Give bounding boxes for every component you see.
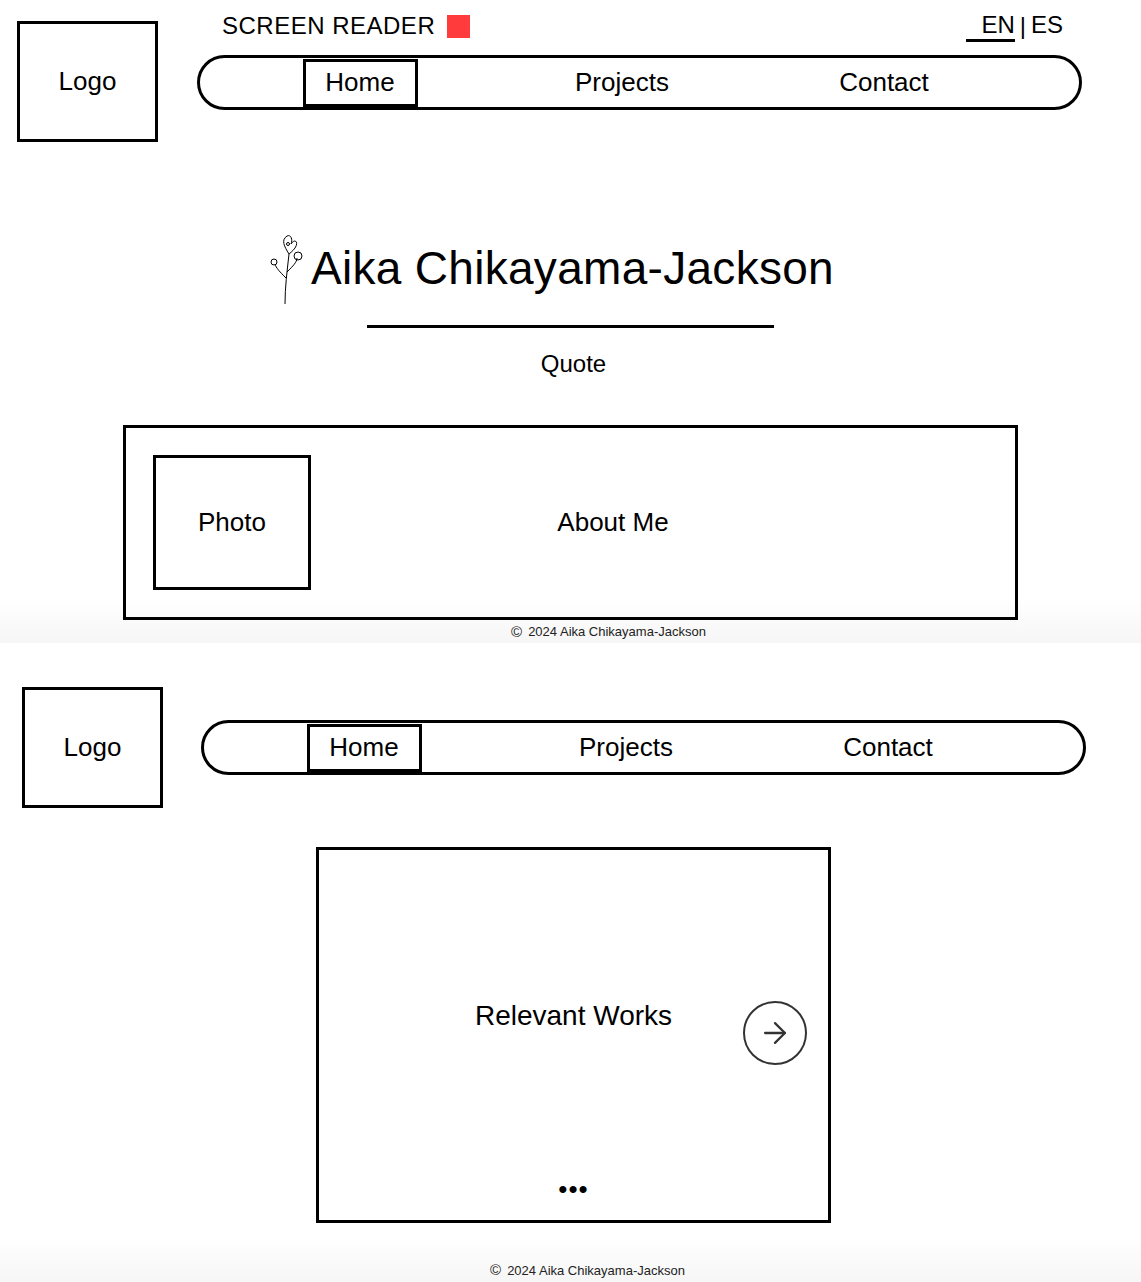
language-option[interactable]: EN — [966, 11, 1014, 42]
logo[interactable]: Logo — [22, 687, 163, 808]
header: Logo Home Projects Contact — [0, 643, 1141, 808]
nav-item[interactable]: Home — [307, 724, 422, 772]
footer: © 2024 Aika Chikayama-Jackson — [0, 621, 1141, 644]
copyright-symbol: © — [511, 621, 522, 644]
language-option[interactable]: ES — [1031, 11, 1063, 42]
home-page: Logo SCREEN READER EN|ES Home Projects Contac… — [0, 0, 1141, 643]
works-page: Logo Home Projects Contact Relevant Works •••… — [0, 643, 1141, 1282]
flower-icon — [267, 232, 307, 306]
nav-bar: Home Projects Contact — [197, 55, 1082, 110]
next-button[interactable] — [743, 1001, 807, 1065]
about-card: PhotoAbout Me — [123, 425, 1018, 620]
nav-bar: Home Projects Contact — [201, 720, 1086, 775]
app: Logo SCREEN READER EN|ES Home Projects Contac… — [0, 0, 1141, 1282]
arrow-right-icon — [758, 1016, 792, 1050]
footer: © 2024 Aika Chikayama-Jackson — [0, 1259, 1141, 1282]
hero-title: Aika Chikayama-Jackson — [311, 240, 834, 296]
nav-item[interactable]: Contact — [828, 724, 948, 772]
works-card[interactable]: Relevant Works ••• — [316, 847, 831, 1223]
nav-item[interactable]: Projects — [560, 59, 684, 107]
copyright-symbol: © — [490, 1259, 501, 1282]
quote: Quote — [0, 350, 1141, 378]
title-underline — [367, 325, 774, 328]
language-switch: EN|ES — [966, 8, 1063, 44]
header: Logo SCREEN READER EN|ES Home Projects Contac… — [0, 0, 1141, 142]
nav-item[interactable]: Home — [303, 59, 418, 107]
about-text: About Me — [311, 503, 1015, 542]
copyright-text: 2024 Aika Chikayama-Jackson — [507, 1261, 685, 1281]
logo[interactable]: Logo — [17, 21, 158, 142]
screen-reader-toggle[interactable]: SCREEN READER — [222, 8, 470, 44]
photo-placeholder: Photo — [153, 455, 311, 590]
works-title: Relevant Works — [475, 995, 672, 1037]
screen-reader-indicator — [447, 15, 470, 38]
carousel-dots[interactable]: ••• — [319, 1176, 828, 1220]
nav-item[interactable]: Projects — [564, 724, 688, 772]
nav-item[interactable]: Contact — [824, 59, 944, 107]
copyright-text: 2024 Aika Chikayama-Jackson — [528, 622, 706, 642]
